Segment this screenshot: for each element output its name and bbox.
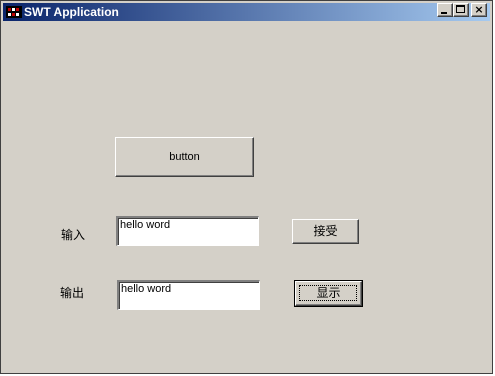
- output-label: 输出: [60, 286, 85, 300]
- application-window: SWT Application × button 输入 hello word 接…: [0, 0, 493, 374]
- accept-button[interactable]: 接受: [292, 219, 359, 244]
- app-icon[interactable]: [6, 5, 22, 19]
- minimize-icon: [441, 12, 447, 14]
- close-button[interactable]: ×: [471, 3, 487, 17]
- input-field[interactable]: hello word: [116, 216, 259, 246]
- window-title: SWT Application: [24, 5, 119, 19]
- title-bar[interactable]: SWT Application: [3, 3, 490, 21]
- main-button[interactable]: button: [115, 137, 254, 177]
- minimize-button[interactable]: [437, 3, 453, 17]
- input-label: 输入: [61, 228, 86, 242]
- maximize-button[interactable]: [453, 3, 469, 17]
- display-button[interactable]: 显示: [294, 280, 363, 307]
- focus-indicator: [299, 285, 357, 301]
- close-icon: ×: [474, 3, 484, 16]
- output-field[interactable]: hello word: [117, 280, 260, 310]
- maximize-icon: [456, 5, 465, 13]
